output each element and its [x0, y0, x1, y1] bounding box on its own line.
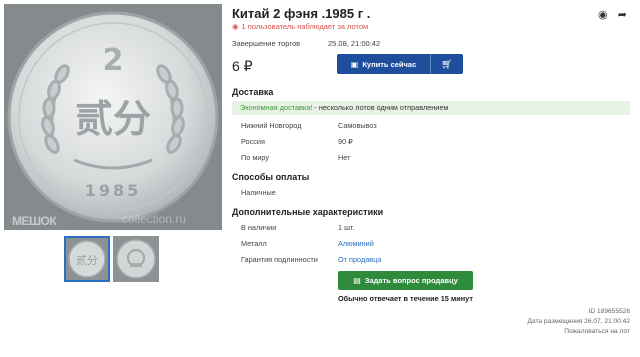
spec-value-link[interactable]: Алюминий	[338, 239, 374, 248]
share-icon[interactable]: ➦	[618, 8, 627, 21]
ask-seller-button[interactable]: ▤ Задать вопрос продавцу	[338, 271, 473, 290]
thumbnail-obverse[interactable]: 贰分	[64, 236, 110, 282]
delivery-row-label: Россия	[241, 137, 265, 146]
buy-now-label: Купить сейчас	[362, 59, 417, 69]
delivery-promo: Экономная доставка! - несколько лотов од…	[232, 101, 630, 115]
watermark-text: collection.ru	[122, 212, 187, 226]
lot-page: 2 贰分 1985 МЕШОК collection.ru 贰分 Китай 2…	[0, 0, 640, 357]
spec-label: Гарантия подлинности	[241, 255, 318, 264]
spec-value-link[interactable]: От продавца	[338, 255, 381, 264]
svg-text:贰分: 贰分	[76, 253, 98, 267]
coin-denomination-numeral: 2	[103, 43, 124, 78]
coin-image: 2 贰分 1985	[4, 4, 222, 230]
auction-end-value: 25.08, 21:00:42	[328, 39, 381, 48]
delivery-row-value: Нет	[338, 153, 351, 162]
delivery-heading: Доставка	[232, 87, 274, 97]
main-photo[interactable]: 2 贰分 1985 МЕШОК collection.ru	[4, 4, 222, 230]
ask-seller-label: Задать вопрос продавцу	[364, 276, 458, 285]
thumbnail-coin-obverse: 贰分	[66, 238, 108, 280]
buy-now-main[interactable]: ▣ Купить сейчас	[337, 54, 431, 74]
seller-reply-note: Обычно отвечает в течение 15 минут	[338, 294, 473, 303]
lot-price: 6 ₽	[232, 58, 253, 74]
coin-denomination-characters: 贰分	[75, 96, 151, 141]
spec-label: Металл	[241, 239, 267, 248]
spec-label: В наличии	[241, 223, 277, 232]
lot-title: Китай 2 фэня .1985 г .	[232, 6, 371, 21]
spec-value: 1 шт.	[338, 223, 355, 232]
eye-icon: ◉	[232, 22, 239, 31]
header-actions: ◉ ➦	[598, 8, 627, 21]
briefcase-icon: ▣	[350, 59, 359, 69]
report-link[interactable]: Пожаловаться на лот	[564, 328, 630, 335]
lot-id: ID 189655526	[588, 308, 630, 315]
coin-year: 1985	[85, 181, 142, 200]
delivery-row-value: Самовывоз	[338, 121, 377, 130]
watermark-logo: МЕШОК	[12, 214, 57, 228]
auction-end-label: Завершение торгов	[232, 39, 301, 48]
thumbnail-coin-reverse	[113, 236, 159, 282]
watchers-text: 1 пользователь наблюдает за лотом	[241, 22, 369, 31]
cart-icon[interactable]: 🛒︎	[431, 59, 463, 70]
watchers-note: ◉ 1 пользователь наблюдает за лотом	[232, 22, 368, 31]
eye-icon[interactable]: ◉	[598, 8, 608, 21]
payment-method: Наличные	[241, 188, 276, 197]
delivery-row-label: По миру	[241, 153, 270, 162]
delivery-row-value: 90 ₽	[338, 137, 353, 146]
promo-text: - несколько лотов одним отправлением	[312, 103, 449, 112]
buy-now-button[interactable]: ▣ Купить сейчас 🛒︎	[337, 54, 463, 74]
delivery-row-label: Нижний Новгород	[241, 121, 302, 130]
thumbnail-reverse[interactable]	[113, 236, 159, 282]
specs-heading: Дополнительные характеристики	[232, 207, 384, 217]
placement-date: Дата размещения 26.07, 21:00:42	[527, 318, 631, 325]
chat-icon: ▤	[353, 276, 361, 285]
promo-highlight[interactable]: Экономная доставка!	[240, 103, 312, 112]
payment-heading: Способы оплаты	[232, 172, 310, 182]
